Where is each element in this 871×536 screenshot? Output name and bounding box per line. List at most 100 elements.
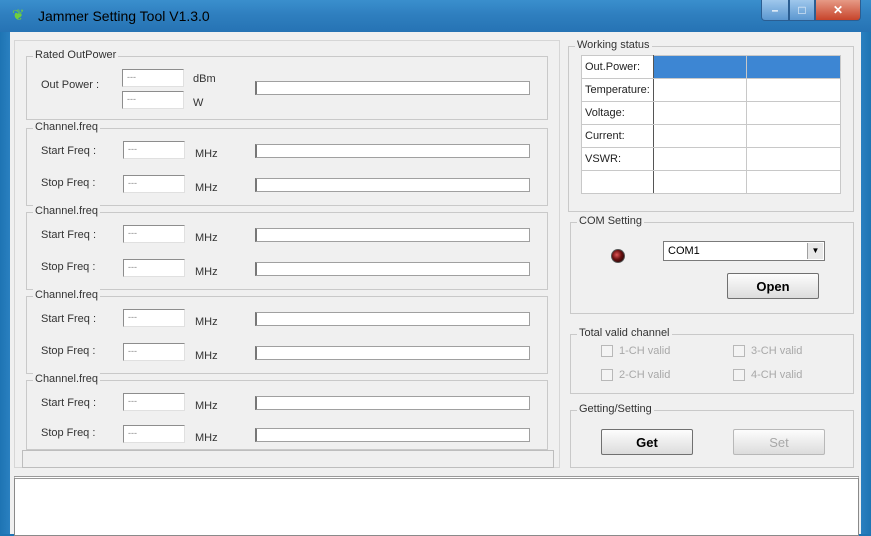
status-cell — [652, 101, 748, 125]
status-row-current[interactable]: Current: — [581, 124, 841, 148]
open-button[interactable]: Open — [727, 273, 819, 299]
start-freq-slider[interactable] — [255, 396, 530, 410]
app-logo-icon: ❦ — [12, 7, 25, 24]
com-setting-legend: COM Setting — [577, 215, 644, 227]
working-status-legend: Working status — [575, 39, 652, 51]
channel-freq-legend: Channel.freq — [33, 205, 100, 217]
ch2-valid-label: 2-CH valid — [619, 369, 671, 381]
mhz-unit-label: MHz — [195, 350, 218, 362]
status-cell — [652, 78, 748, 102]
stop-freq-slider[interactable] — [255, 262, 530, 276]
status-cell — [746, 101, 841, 125]
status-row-out-power[interactable]: Out.Power: — [581, 55, 841, 79]
set-button[interactable]: Set — [733, 429, 825, 455]
mhz-unit-label: MHz — [195, 266, 218, 278]
start-freq-field[interactable]: --- — [123, 225, 185, 243]
start-freq-field[interactable]: --- — [123, 141, 185, 159]
mhz-unit-label: MHz — [195, 182, 218, 194]
stop-freq-field[interactable]: --- — [123, 259, 185, 277]
checkbox-box — [601, 345, 613, 357]
connection-led-icon — [611, 249, 625, 263]
com-port-select[interactable]: COM1 ▼ — [663, 241, 825, 261]
chevron-down-icon[interactable]: ▼ — [807, 243, 823, 259]
status-row-header: Voltage: — [581, 101, 654, 125]
get-button[interactable]: Get — [601, 429, 693, 455]
out-power-slider[interactable] — [255, 81, 530, 95]
start-freq-label: Start Freq : — [41, 145, 97, 157]
status-cell — [746, 78, 841, 102]
channel-freq-group-2: Channel.freq Start Freq : --- MHz Stop F… — [26, 205, 548, 290]
channel-freq-legend: Channel.freq — [33, 121, 100, 133]
ch3-valid-checkbox[interactable]: 3-CH valid — [733, 345, 802, 357]
working-status-group: Working status Out.Power: Temperature: V… — [568, 39, 854, 212]
status-cell — [652, 55, 748, 79]
out-power-w-field[interactable]: --- — [122, 91, 184, 109]
log-output-area[interactable] — [14, 476, 859, 536]
valid-channel-legend: Total valid channel — [577, 327, 672, 339]
stop-freq-slider[interactable] — [255, 428, 530, 442]
start-freq-label: Start Freq : — [41, 397, 97, 409]
stop-freq-label: Stop Freq : — [41, 345, 96, 357]
window-title: Jammer Setting Tool V1.3.0 — [38, 8, 210, 24]
stop-freq-slider[interactable] — [255, 346, 530, 360]
status-row-vswr[interactable]: VSWR: — [581, 147, 841, 171]
ch4-valid-checkbox[interactable]: 4-CH valid — [733, 369, 802, 381]
getting-setting-legend: Getting/Setting — [577, 403, 654, 415]
start-freq-slider[interactable] — [255, 144, 530, 158]
channel-freq-legend: Channel.freq — [33, 373, 100, 385]
rated-outpower-group: Rated OutPower Out Power : --- dBm --- W — [26, 49, 548, 120]
channel-freq-legend: Channel.freq — [33, 289, 100, 301]
status-row-header: VSWR: — [581, 147, 654, 171]
mhz-unit-label: MHz — [195, 432, 218, 444]
out-power-label: Out Power : — [41, 79, 100, 91]
stop-freq-label: Stop Freq : — [41, 177, 96, 189]
status-row-header: Temperature: — [581, 78, 654, 102]
start-freq-label: Start Freq : — [41, 313, 97, 325]
start-freq-slider[interactable] — [255, 228, 530, 242]
status-cell — [652, 147, 748, 171]
stop-freq-label: Stop Freq : — [41, 427, 96, 439]
mhz-unit-label: MHz — [195, 400, 218, 412]
ch2-valid-checkbox[interactable]: 2-CH valid — [601, 369, 670, 381]
ch1-valid-checkbox[interactable]: 1-CH valid — [601, 345, 670, 357]
stop-freq-field[interactable]: --- — [123, 343, 185, 361]
minimize-button[interactable]: – — [761, 0, 789, 21]
status-cell — [652, 170, 748, 194]
status-row-empty[interactable] — [581, 170, 841, 194]
ch1-valid-label: 1-CH valid — [619, 345, 671, 357]
window-frame-left — [0, 32, 10, 534]
start-freq-label: Start Freq : — [41, 229, 97, 241]
com-port-value: COM1 — [668, 245, 700, 257]
client-area: Rated OutPower Out Power : --- dBm --- W… — [10, 32, 861, 536]
ch4-valid-label: 4-CH valid — [751, 369, 803, 381]
status-row-header: Out.Power: — [581, 55, 654, 79]
start-freq-field[interactable]: --- — [123, 393, 185, 411]
getting-setting-group: Getting/Setting Get Set — [570, 403, 854, 468]
maximize-button[interactable]: □ — [789, 0, 815, 21]
channel-freq-group-1: Channel.freq Start Freq : --- MHz Stop F… — [26, 121, 548, 206]
app-window: ❦ Jammer Setting Tool V1.3.0 – □ ✕ Rated… — [0, 0, 871, 536]
valid-channel-group: Total valid channel 1-CH valid 3-CH vali… — [570, 327, 854, 394]
stop-freq-label: Stop Freq : — [41, 261, 96, 273]
start-freq-field[interactable]: --- — [123, 309, 185, 327]
status-row-temperature[interactable]: Temperature: — [581, 78, 841, 102]
status-row-header — [581, 170, 654, 194]
checkbox-box — [733, 345, 745, 357]
stop-freq-field[interactable]: --- — [123, 425, 185, 443]
status-row-voltage[interactable]: Voltage: — [581, 101, 841, 125]
stop-freq-field[interactable]: --- — [123, 175, 185, 193]
window-frame-right — [861, 32, 871, 534]
status-cell — [746, 124, 841, 148]
title-bar[interactable]: ❦ Jammer Setting Tool V1.3.0 – □ ✕ — [0, 0, 871, 32]
checkbox-box — [733, 369, 745, 381]
out-power-dbm-field[interactable]: --- — [122, 69, 184, 87]
stop-freq-slider[interactable] — [255, 178, 530, 192]
dbm-unit-label: dBm — [193, 73, 216, 85]
status-row-header: Current: — [581, 124, 654, 148]
channel-freq-group-4: Channel.freq Start Freq : --- MHz Stop F… — [26, 373, 548, 450]
start-freq-slider[interactable] — [255, 312, 530, 326]
mhz-unit-label: MHz — [195, 232, 218, 244]
status-cell — [746, 147, 841, 171]
close-button[interactable]: ✕ — [815, 0, 861, 21]
status-bar — [22, 450, 554, 468]
